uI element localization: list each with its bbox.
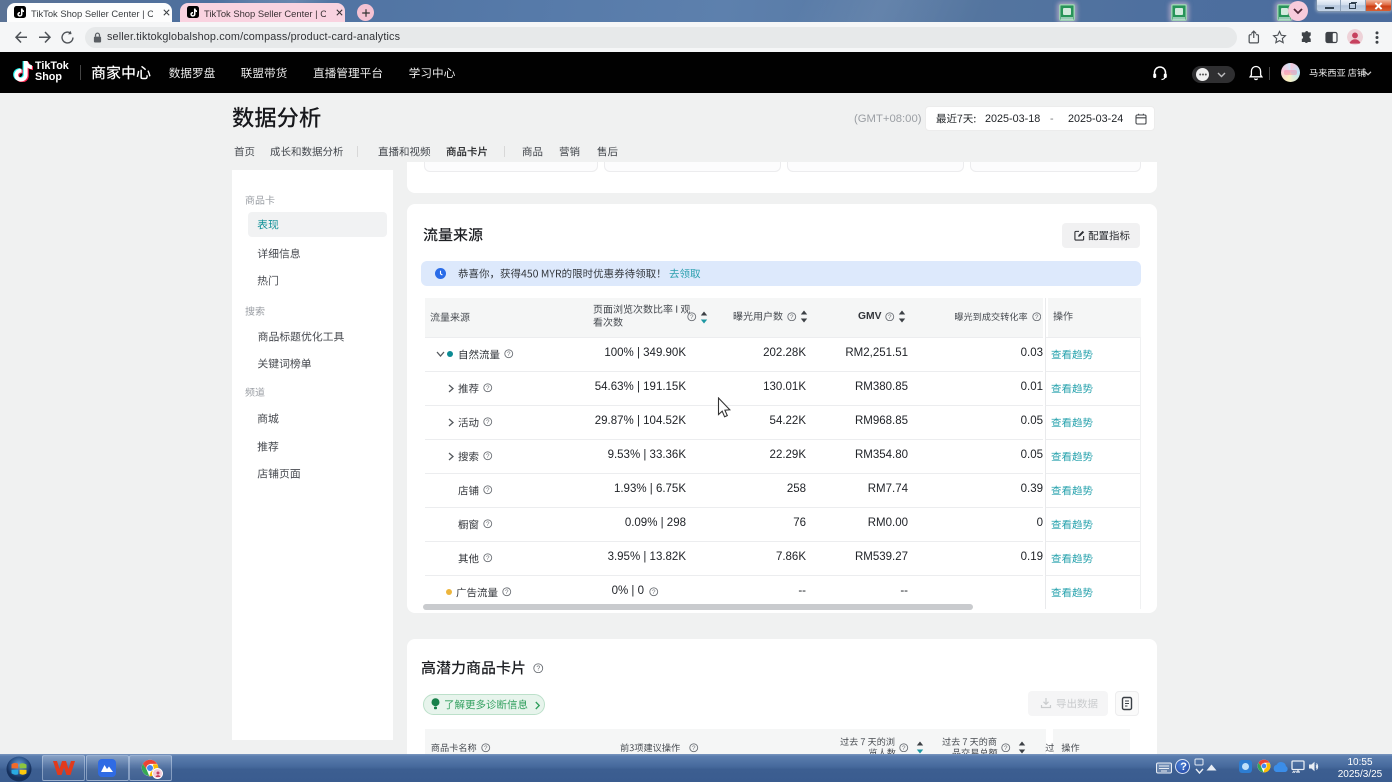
svg-text:?: ? bbox=[790, 314, 794, 321]
svg-text:?: ? bbox=[1004, 745, 1008, 752]
svg-text:?: ? bbox=[692, 745, 696, 752]
svg-text:?: ? bbox=[902, 745, 906, 752]
svg-text:?: ? bbox=[484, 745, 488, 752]
svg-text:?: ? bbox=[486, 521, 490, 528]
svg-text:?: ? bbox=[1034, 314, 1038, 321]
svg-text:?: ? bbox=[486, 385, 490, 392]
svg-text:?: ? bbox=[536, 665, 540, 672]
svg-text:?: ? bbox=[486, 419, 490, 426]
svg-text:?: ? bbox=[486, 555, 490, 562]
svg-text:?: ? bbox=[652, 589, 656, 596]
svg-text:?: ? bbox=[690, 314, 694, 321]
svg-text:?: ? bbox=[888, 314, 892, 321]
svg-text:?: ? bbox=[486, 453, 490, 460]
svg-text:?: ? bbox=[486, 487, 490, 494]
svg-text:?: ? bbox=[505, 589, 509, 596]
